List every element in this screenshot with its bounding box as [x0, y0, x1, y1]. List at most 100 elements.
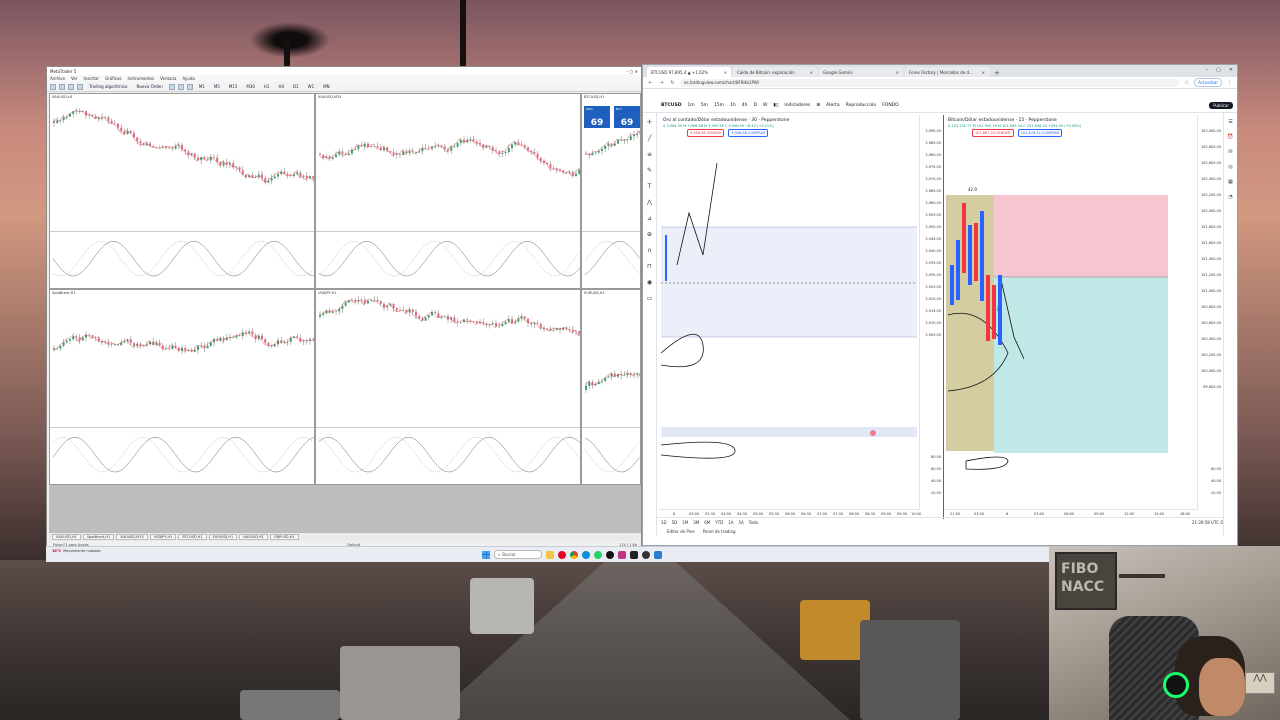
candles-icon[interactable]: ▮▯: [773, 103, 778, 108]
market-watch-icon[interactable]: [68, 83, 74, 90]
taskbar-search[interactable]: ⌕ Buscar: [494, 550, 542, 559]
reload-icon[interactable]: ↻: [669, 80, 676, 86]
interval-15m[interactable]: 15m: [714, 103, 724, 108]
crosshair-icon[interactable]: ✛: [647, 119, 652, 126]
new-tab-icon[interactable]: +: [991, 69, 1003, 77]
algo-trading-button[interactable]: Trading algorítmico: [86, 84, 130, 90]
tile-windows-icon[interactable]: [186, 83, 193, 90]
lock-icon[interactable]: ⊓: [647, 263, 652, 270]
chart-tab[interactable]: GBPUSD,H1: [269, 534, 299, 540]
forward-icon[interactable]: →: [658, 80, 665, 86]
range-all[interactable]: Todo: [749, 520, 758, 525]
capcut-icon[interactable]: [630, 550, 638, 559]
pattern-icon[interactable]: ⋀: [647, 199, 652, 206]
chart-tab[interactable]: USDJPY,H1: [149, 534, 177, 540]
calendar-icon[interactable]: ▦: [1228, 179, 1233, 185]
notifications-icon[interactable]: ◔: [1228, 194, 1232, 200]
mt5-chart-xauusd-h1[interactable]: XAUUSD,H1: [49, 93, 315, 289]
menu-file[interactable]: Archivo: [50, 76, 65, 81]
mt5-chart-xauusd-m15[interactable]: XAUUSD,M15: [315, 93, 581, 289]
pinterest-icon[interactable]: [558, 550, 566, 559]
range-5d[interactable]: 5D: [672, 520, 678, 525]
chart-tab[interactable]: SpotBrent,H1: [82, 534, 115, 540]
mt5-chart-spotbrent-h1[interactable]: SpotBrent,H1: [49, 289, 315, 485]
zoom-out-icon[interactable]: [177, 83, 184, 90]
bookmark-star-icon[interactable]: ☆: [1183, 80, 1190, 86]
menu-charts[interactable]: Gráficos: [105, 76, 121, 81]
range-1y[interactable]: 1A: [728, 520, 733, 525]
new-chart-icon[interactable]: [50, 83, 56, 90]
fib-icon[interactable]: ≡: [647, 151, 652, 158]
minimize-icon[interactable]: –: [1206, 67, 1209, 73]
zoom-in-icon[interactable]: [168, 83, 175, 90]
browser-tab[interactable]: Google Gemini ×: [819, 67, 903, 77]
range-5y[interactable]: 5A: [739, 520, 744, 525]
back-icon[interactable]: ←: [647, 80, 654, 86]
alerts-icon[interactable]: ⏰: [1227, 134, 1233, 140]
layout-name[interactable]: FONDO: [882, 103, 899, 108]
timeframe-m1[interactable]: M1: [196, 84, 208, 90]
timeframe-m5[interactable]: M5: [211, 84, 223, 90]
chart-tab[interactable]: XAUUSD,H1: [52, 534, 81, 540]
price-axis[interactable]: 3,990.00 3,985.00 3,980.00 3,975.00 3,97…: [919, 115, 943, 509]
menu-dots-icon[interactable]: ⋮: [1226, 80, 1233, 86]
instagram-icon[interactable]: [618, 550, 626, 559]
browser-tab-tradingview[interactable]: BTCUSD 97,895.4 ▲ +1.62% ×: [647, 67, 731, 77]
trendline-icon[interactable]: ╱: [648, 135, 652, 142]
range-1d[interactable]: 1D: [661, 520, 667, 525]
close-icon[interactable]: ×: [724, 70, 727, 75]
interval-d[interactable]: D: [754, 103, 757, 108]
close-window-icon[interactable]: ✕: [1229, 67, 1233, 73]
layout-icon[interactable]: ⊞: [816, 103, 820, 108]
text-icon[interactable]: T: [648, 183, 652, 190]
chart-pane-xauusd[interactable]: Oro al contado/Dólar estadounidense · 30…: [659, 115, 943, 519]
mt5-chart-usdjpy-h1[interactable]: USDJPY,H1: [315, 289, 581, 485]
obs-icon[interactable]: [642, 550, 650, 559]
range-3m[interactable]: 3M: [693, 520, 699, 525]
brush-icon[interactable]: ✎: [647, 167, 652, 174]
watchlist-icon[interactable]: ☰: [1228, 119, 1232, 125]
magnet-icon[interactable]: ∩: [647, 247, 651, 254]
chart-tab[interactable]: BTCUSD,H1: [178, 534, 207, 540]
zoom-icon[interactable]: ⊕: [647, 231, 652, 238]
timeframe-m30[interactable]: M30: [243, 84, 258, 90]
menu-view[interactable]: Ver: [71, 76, 78, 81]
alert-button[interactable]: Alerta: [826, 103, 839, 108]
update-chrome-button[interactable]: Actualizar: [1194, 78, 1222, 87]
menu-insert[interactable]: Insertar: [83, 76, 99, 81]
close-icon[interactable]: ×: [982, 70, 985, 75]
browser-tab[interactable]: Forex Factory | Mercados de d... ×: [905, 67, 989, 77]
timeframe-m15[interactable]: M15: [226, 84, 241, 90]
interval-4h[interactable]: 4h: [742, 103, 748, 108]
eye-icon[interactable]: ◉: [647, 279, 652, 286]
menu-tools[interactable]: Instrumentos: [128, 76, 155, 81]
file-explorer-icon[interactable]: [546, 550, 554, 559]
menu-help[interactable]: Ayuda: [183, 76, 195, 81]
chart-pane-btcusd[interactable]: Bitcoin/Dólar estadounidense · 15 · Pepp…: [943, 115, 1223, 519]
price-axis[interactable]: 103,000.00 102,800.00 102,600.00 102,400…: [1197, 115, 1223, 509]
start-windows-icon[interactable]: [482, 550, 490, 559]
timeframe-w1[interactable]: W1: [305, 84, 318, 90]
close-icon[interactable]: ×: [896, 70, 899, 75]
mt5-chart-eurusd-h1[interactable]: EURUSD,H1: [581, 289, 641, 485]
edge-icon[interactable]: [582, 550, 590, 559]
timeframe-h1[interactable]: H1: [261, 84, 273, 90]
browser-tab[interactable]: Caída de Bitcoin: explicación ×: [733, 67, 817, 77]
timeframe-mn[interactable]: MN: [320, 84, 332, 90]
range-1m[interactable]: 1M: [682, 520, 688, 525]
replay-button[interactable]: Reproducción: [846, 103, 877, 108]
chat-icon[interactable]: ✉: [1228, 149, 1232, 155]
interval-1h[interactable]: 1h: [730, 103, 736, 108]
whatsapp-icon[interactable]: [594, 550, 602, 559]
weather-widget[interactable]: 18°C Mayormente nublado: [52, 549, 101, 553]
pine-editor-tab[interactable]: Editor de Pine: [667, 529, 695, 534]
close-icon[interactable]: ×: [810, 70, 813, 75]
menu-window[interactable]: Ventana: [160, 76, 176, 81]
chart-tab[interactable]: EURUSD,H1: [208, 534, 238, 540]
chart-tab[interactable]: NASUSD,H1: [239, 534, 268, 540]
utc-clock[interactable]: 21:39:58 UTC-5: [1192, 520, 1223, 525]
publish-button[interactable]: Publicar: [1209, 102, 1233, 109]
url-input[interactable]: es.tradingview.com/chart/8F9Hb1PW/: [680, 78, 1180, 87]
maximize-icon[interactable]: ▢: [1216, 67, 1221, 73]
range-6m[interactable]: 6M: [704, 520, 710, 525]
